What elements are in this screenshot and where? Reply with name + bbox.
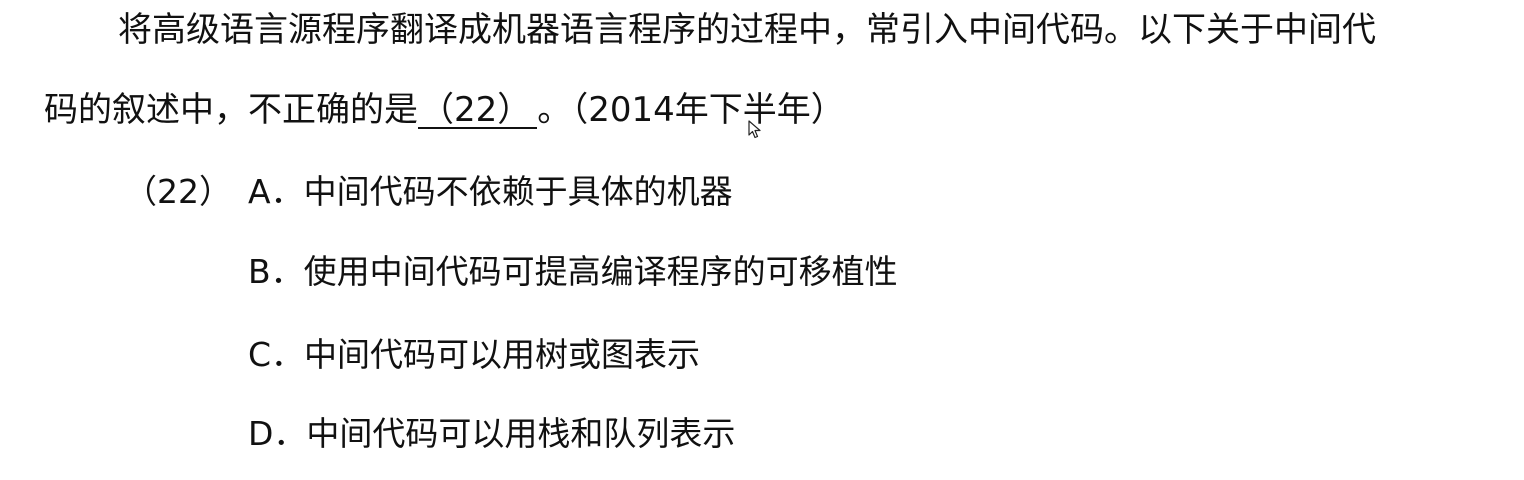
option-d: D．中间代码可以用栈和队列表示: [248, 414, 735, 454]
option-a-letter: A．: [248, 172, 304, 211]
option-c: C．中间代码可以用树或图表示: [248, 335, 700, 375]
option-d-letter: D．: [248, 414, 307, 453]
question-line-1-text: 将高级语言源程序翻译成机器语言程序的过程中，常引入中间代码。以下关于中间代: [118, 10, 1376, 50]
option-b: B．使用中间代码可提高编译程序的可移植性: [248, 252, 898, 292]
option-c-text: 中间代码可以用树或图表示: [304, 335, 701, 374]
answer-blank: （22）: [418, 93, 538, 129]
option-b-text: 使用中间代码可提高编译程序的可移植性: [303, 252, 898, 291]
option-a-text: 中间代码不依赖于具体的机器: [303, 172, 733, 211]
mouse-pointer-icon: [748, 120, 761, 139]
question-line-1: 将高级语言源程序翻译成机器语言程序的过程中，常引入中间代码。以下关于中间代: [118, 10, 1376, 50]
option-d-text: 中间代码可以用栈和队列表示: [306, 414, 736, 453]
option-a: A．中间代码不依赖于具体的机器: [248, 172, 733, 212]
options-question-number: （22）: [124, 172, 232, 211]
question-line-2-prefix: 码的叙述中，不正确的是: [44, 90, 418, 130]
question-line-2: 码的叙述中，不正确的是（22） 。（2014年下半年）: [44, 90, 845, 130]
option-b-letter: B．: [248, 252, 304, 291]
option-c-letter: C．: [248, 335, 305, 374]
question-line-2-suffix: 。（2014年下半年）: [537, 90, 845, 130]
